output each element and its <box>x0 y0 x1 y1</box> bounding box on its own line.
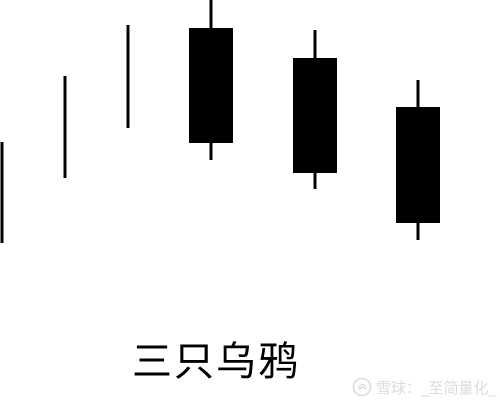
candle-5-body <box>293 58 337 173</box>
chart-title: 三只乌鸦 <box>132 339 300 385</box>
candle-4-body <box>189 28 233 143</box>
snowball-logo-icon <box>352 377 372 397</box>
candle-1-wick <box>0 142 4 243</box>
watermark: 雪球：_至简量化_ <box>352 376 496 398</box>
candle-6-body <box>396 107 440 223</box>
watermark-text: 雪球：_至简量化_ <box>376 378 497 397</box>
candle-2-wick <box>63 76 67 178</box>
candle-3-wick <box>126 25 130 128</box>
